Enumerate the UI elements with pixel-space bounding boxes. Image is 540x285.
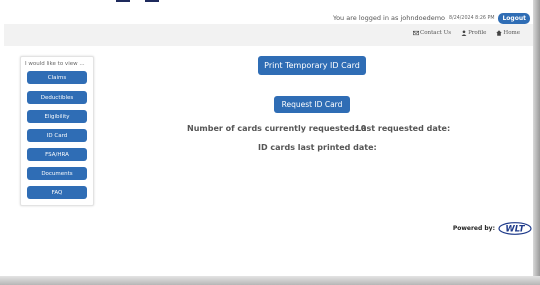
login-bar: You are logged in as johndoedemo 8/24/20… — [333, 12, 530, 24]
powered-by-label: Powered by: — [452, 225, 495, 232]
top-edge-mark — [116, 0, 130, 2]
sidebar-title: I would like to view ... — [25, 61, 85, 67]
sidebar-item-id-card[interactable]: ID Card — [27, 129, 87, 142]
home-link[interactable]: Home — [496, 30, 520, 36]
logout-button[interactable]: Logout — [498, 12, 530, 24]
envelope-icon — [413, 30, 420, 36]
user-icon — [461, 30, 467, 36]
window-shadow-bottom — [0, 276, 540, 285]
powered-by: Powered by: WLT — [453, 222, 532, 235]
contact-us-label: Contact Us — [420, 30, 452, 36]
wlt-logo: WLT — [498, 222, 532, 235]
sidebar-item-faq[interactable]: FAQ — [27, 186, 87, 199]
print-temporary-id-card-button[interactable]: Print Temporary ID Card — [258, 56, 366, 75]
last-requested-date-text: Last requested date: — [356, 124, 451, 133]
wlt-logo-text: WLT — [505, 225, 525, 235]
home-label: Home — [503, 30, 520, 36]
top-nav: Contact Us Profile Home — [413, 30, 520, 36]
top-edge-mark — [145, 0, 159, 2]
cards-requested-text: Number of cards currently requested: 0 — [187, 124, 367, 133]
sidebar-item-eligibility[interactable]: Eligibility — [27, 110, 87, 123]
contact-us-link[interactable]: Contact Us — [413, 30, 451, 36]
sidebar-item-deductibles[interactable]: Deductibles — [27, 91, 87, 104]
sidebar-item-fsa-hra[interactable]: FSA/HRA — [27, 148, 87, 161]
profile-link[interactable]: Profile — [461, 30, 486, 36]
window-shadow-right — [533, 0, 540, 285]
last-printed-date-text: ID cards last printed date: — [258, 143, 377, 152]
sidebar-item-claims[interactable]: Claims — [27, 71, 87, 84]
sidebar-panel: I would like to view ... Claims Deductib… — [20, 56, 94, 206]
home-icon — [496, 30, 503, 36]
request-id-card-button[interactable]: Request ID Card — [274, 96, 350, 113]
login-date: 8/24/2024 8:26 PM — [449, 15, 495, 21]
profile-label: Profile — [468, 30, 487, 36]
login-status-text: You are logged in as johndoedemo — [332, 14, 446, 22]
sidebar-item-documents[interactable]: Documents — [27, 167, 87, 180]
